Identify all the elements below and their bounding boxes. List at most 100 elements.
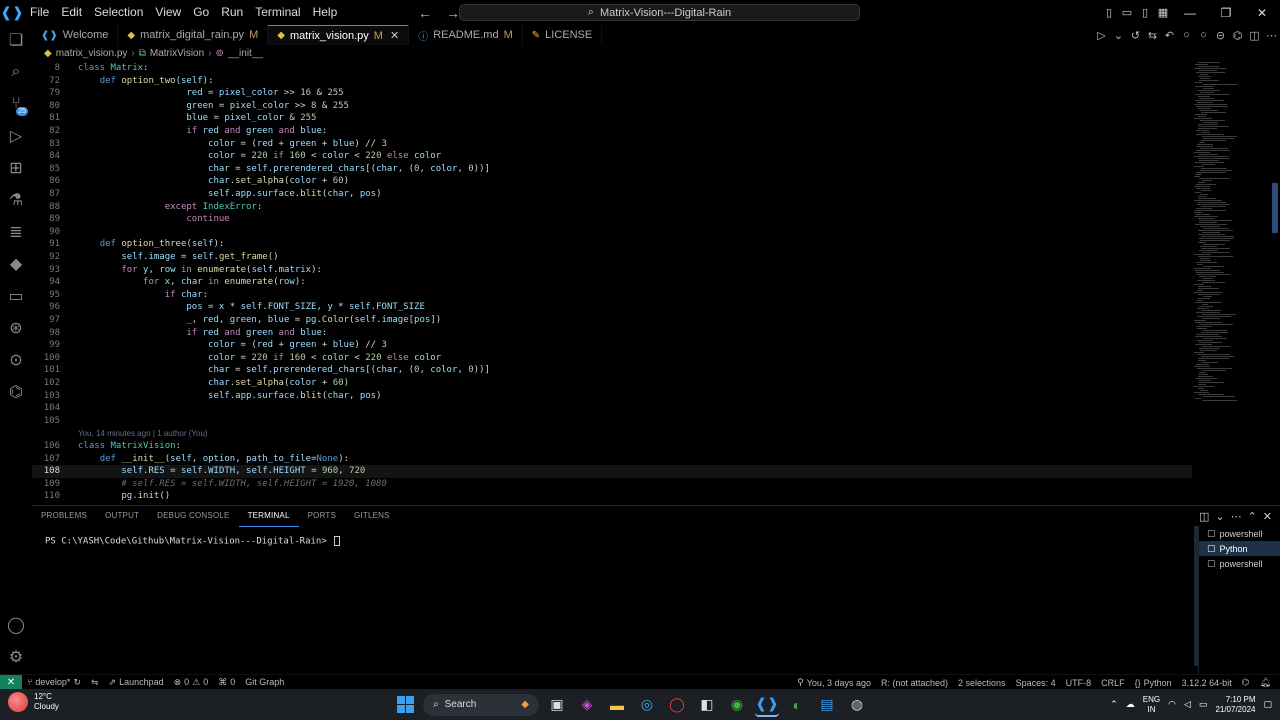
tab-readme[interactable]: ⓘ README.md M [409, 25, 523, 45]
language-indicator[interactable]: ENG IN [1143, 695, 1160, 715]
tab-problems[interactable]: PROBLEMS [32, 506, 96, 526]
minimap[interactable] [1192, 62, 1272, 500]
git-graph-icon[interactable]: ⊛ [4, 316, 28, 340]
wifi-icon[interactable]: ◠ [1168, 699, 1176, 710]
tab-debug-console[interactable]: DEBUG CONSOLE [148, 506, 238, 526]
code-line[interactable]: 79 red = pixel_color >> 16 & 255 [32, 87, 1192, 100]
code-line[interactable]: 101 char = self.prerendered_chars[(char,… [32, 364, 1192, 377]
explorer-icon[interactable]: ❏ [4, 28, 28, 52]
code-line[interactable]: 89 continue [32, 213, 1192, 226]
source-control-icon[interactable]: ⑂ 25 [4, 92, 28, 116]
code-line[interactable]: 102 char.set_alpha(color + 60) [32, 377, 1192, 390]
code-line[interactable]: 90 [32, 226, 1192, 239]
indentation-status[interactable]: Spaces: 4 [1011, 678, 1061, 688]
tab-matrix-digital-rain[interactable]: ◆ matrix_digital_rain.py M [118, 25, 269, 45]
gitlens-status[interactable]: ⇋ [86, 677, 104, 688]
open-changes-icon[interactable]: ⇆ [1144, 25, 1161, 45]
windows-start-icon[interactable] [393, 693, 417, 717]
code-line[interactable]: 108 self.RES = self.WIDTH, self.HEIGHT =… [32, 465, 1192, 478]
gitlens-icon[interactable]: ⊙ [4, 348, 28, 372]
customize-layout-icon[interactable]: ▦ [1154, 0, 1172, 25]
code-line[interactable]: 99 color = (red + green + blue) // 3 [32, 339, 1192, 352]
flame-icon[interactable]: ◆ [4, 252, 28, 276]
next-change-icon[interactable]: ○ [1178, 25, 1195, 45]
weather-widget[interactable]: 12°C Cloudy [8, 692, 59, 712]
problems-status[interactable]: ⊗ 0 ⚠ 0 [169, 677, 214, 688]
extensions-icon[interactable]: ⊞ [4, 156, 28, 180]
code-line[interactable]: 88 except IndexError: [32, 201, 1192, 214]
code-line[interactable]: 83 color = (red + green + blue) // 3 [32, 138, 1192, 151]
code-line[interactable]: 81 blue = pixel_color & 255 [32, 112, 1192, 125]
github-desktop-icon[interactable]: ◍ [845, 693, 869, 717]
toggle-secondary-sidebar-icon[interactable]: ▯ [1136, 0, 1154, 25]
microsoft-store-icon[interactable]: ◧ [695, 693, 719, 717]
toggle-panel-icon[interactable]: ▭ [1118, 0, 1136, 25]
menu-run[interactable]: Run [215, 0, 249, 25]
git-graph-status[interactable]: Git Graph [240, 677, 289, 687]
editor-scrollbar[interactable] [1272, 183, 1278, 233]
code-line[interactable]: 87 self.app.surface.blit(char, pos) [32, 188, 1192, 201]
code-line[interactable]: 105 [32, 415, 1192, 428]
restore-icon[interactable]: ❐ [1208, 0, 1244, 25]
remote-explorer-icon[interactable]: ▭ [4, 284, 28, 308]
git-compare-icon[interactable]: ⊝ [1212, 25, 1229, 45]
code-line[interactable]: 82 if red and green and blue: [32, 125, 1192, 138]
tab-gitlens[interactable]: GITLENS [345, 506, 399, 526]
close-panel-icon[interactable]: ✕ [1263, 510, 1272, 523]
code-line[interactable]: 107 def __init__(self, option, path_to_f… [32, 453, 1192, 466]
testing-icon[interactable]: ⚗ [4, 188, 28, 212]
run-debug-icon[interactable]: ▷ [4, 124, 28, 148]
launchpad-status[interactable]: ⇗ Launchpad [104, 677, 169, 688]
close-tab-icon[interactable]: ✕ [390, 29, 399, 42]
forward-arrow-icon[interactable]: → [446, 5, 460, 21]
code-line[interactable]: 103 self.app.surface.blit(char, pos) [32, 390, 1192, 403]
code-line[interactable]: 80 green = pixel_color >> 8 & 255 [32, 100, 1192, 113]
database-icon[interactable]: ≣ [4, 220, 28, 244]
command-center[interactable]: ⌕ Matrix-Vision---Digital-Rain [459, 4, 860, 21]
maximize-panel-icon[interactable]: ⌃ [1248, 510, 1257, 523]
terminal-item[interactable]: ▢ powershell [1199, 556, 1280, 571]
code-line[interactable]: 92 self.image = self.get_frame() [32, 251, 1192, 264]
code-line[interactable]: 85 char = self.prerendered_chars[(char, … [32, 163, 1192, 176]
previous-change-icon[interactable]: ↶ [1161, 25, 1178, 45]
tab-output[interactable]: OUTPUT [96, 506, 148, 526]
code-line[interactable]: 86 char.set_alpha(color + 60) [32, 175, 1192, 188]
copilot-icon[interactable]: ⌬ [4, 380, 28, 404]
terminal-item[interactable]: ▢ powershell [1199, 526, 1280, 541]
language-status[interactable]: {} Python [1130, 678, 1177, 688]
code-line[interactable]: 91 def option_three(self): [32, 238, 1192, 251]
code-line[interactable]: 110 pg.init() [32, 490, 1192, 500]
eol-status[interactable]: CRLF [1096, 678, 1130, 688]
copilot-chat-icon[interactable]: ⌬ [1229, 25, 1246, 45]
taskbar-search[interactable]: ⌕ Search ◆ [423, 693, 539, 716]
breadcrumb-file[interactable]: matrix_vision.py [56, 48, 128, 59]
chrome-browser-icon[interactable]: ◉ [725, 693, 749, 717]
code-line[interactable]: 95 if char: [32, 289, 1192, 302]
code-line[interactable]: 96 pos = x * self.FONT_SIZE, y * self.FO… [32, 301, 1192, 314]
code-line[interactable]: 98 if red and green and blue: [32, 327, 1192, 340]
speaker-icon[interactable]: ◁ [1184, 699, 1191, 710]
chevron-down-icon[interactable]: ⌄ [1110, 25, 1127, 45]
toggle-blame-icon[interactable]: ○ [1195, 25, 1212, 45]
tab-terminal[interactable]: TERMINAL [238, 506, 299, 527]
interpreter-status[interactable]: 3.12.2 64-bit [1177, 678, 1237, 688]
code-line[interactable]: 104 [32, 402, 1192, 415]
code-line[interactable]: 84 color = 220 if 160 < color < 220 else… [32, 150, 1192, 163]
tab-ports[interactable]: PORTS [299, 506, 345, 526]
code-line[interactable]: 72 def option_two(self): [32, 75, 1192, 88]
menu-edit[interactable]: Edit [55, 0, 88, 25]
terminal-item[interactable]: ▢ Python [1199, 541, 1280, 556]
notifications-bell-icon[interactable]: 🔔︎ [1255, 677, 1276, 688]
menu-go[interactable]: Go [187, 0, 215, 25]
remote-indicator-icon[interactable]: ✕ [0, 674, 22, 690]
menu-selection[interactable]: Selection [88, 0, 149, 25]
search-icon[interactable]: ⌕ [4, 60, 28, 84]
tab-matrix-vision[interactable]: ◆ matrix_vision.py M ✕ [268, 25, 410, 45]
terminal-output[interactable]: PS C:\YASH\Code\Github\Matrix-Vision---D… [45, 536, 341, 547]
back-arrow-icon[interactable]: ← [418, 5, 432, 21]
menu-view[interactable]: View [149, 0, 187, 25]
copilot-app-icon[interactable]: ◈ [575, 693, 599, 717]
code-line[interactable]: 8 class Matrix: [32, 62, 1192, 75]
task-view-icon[interactable]: ▣ [545, 693, 569, 717]
encoding-status[interactable]: UTF-8 [1061, 678, 1097, 688]
